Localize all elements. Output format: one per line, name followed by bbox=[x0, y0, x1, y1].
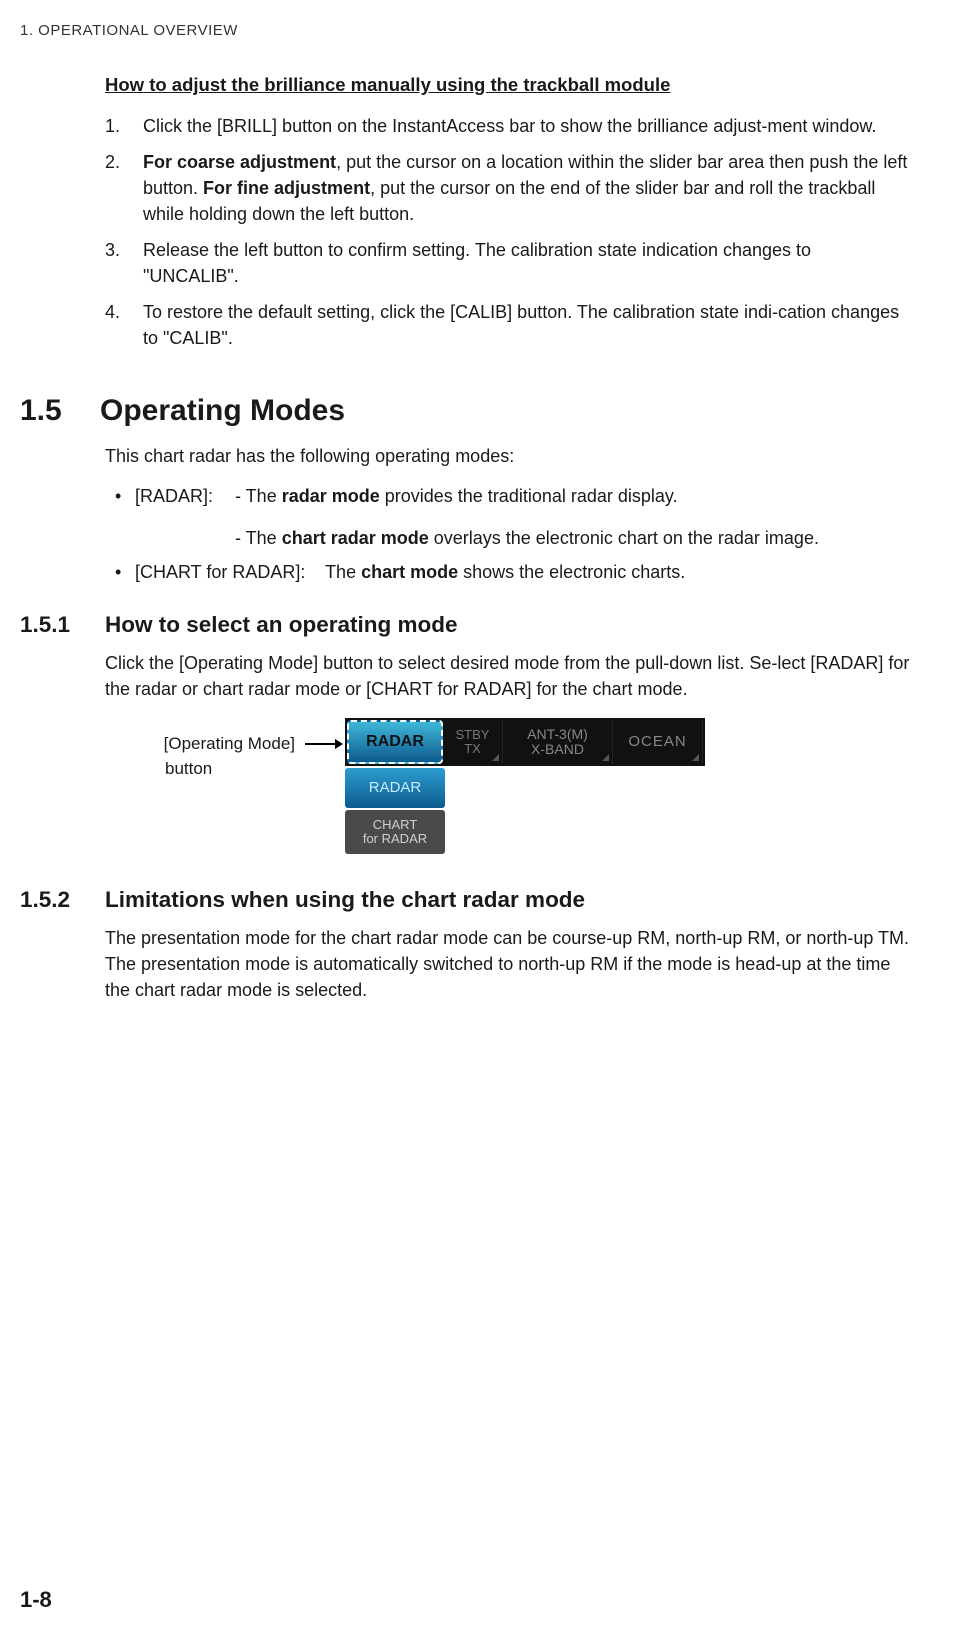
operating-mode-button[interactable]: RADAR bbox=[347, 720, 443, 764]
ocean-label: OCEAN bbox=[628, 731, 686, 753]
operating-mode-dropdown: RADAR CHART for RADAR bbox=[345, 768, 445, 854]
mode-radar-l1-post: provides the traditional radar display. bbox=[380, 486, 678, 506]
subsection-1-5-1-num: 1.5.1 bbox=[20, 609, 105, 642]
figure-caption: [Operating Mode] button bbox=[105, 718, 305, 781]
section-number: 1.5 bbox=[20, 389, 100, 433]
step-2-bold-2: For fine adjustment bbox=[203, 178, 370, 198]
figure-caption-l2: button bbox=[165, 757, 295, 782]
operating-mode-figure: [Operating Mode] button RADAR STBY TX AN… bbox=[105, 718, 910, 856]
step-2-bold-1: For coarse adjustment bbox=[143, 152, 336, 172]
corner-icon bbox=[492, 754, 499, 761]
section-1-5-title: 1.5Operating Modes bbox=[20, 389, 910, 433]
sub-1-5-1-body: Click the [Operating Mode] button to sel… bbox=[105, 650, 910, 702]
mode-radar-line2: - The chart radar mode overlays the elec… bbox=[235, 525, 910, 551]
mode-chart-label: [CHART for RADAR]: bbox=[135, 562, 305, 582]
dd-chart-l2: for RADAR bbox=[363, 832, 427, 846]
antenna-l2: X-BAND bbox=[531, 742, 584, 757]
arrow-icon bbox=[305, 718, 345, 750]
page-header: 1. OPERATIONAL OVERVIEW bbox=[20, 20, 910, 42]
section-title-text: Operating Modes bbox=[100, 394, 345, 427]
tx-label: TX bbox=[464, 742, 481, 756]
mode-radar: [RADAR]: - The radar mode provides the t… bbox=[115, 483, 910, 509]
top-bar: RADAR STBY TX ANT-3(M) X-BAND OCEAN bbox=[345, 718, 705, 766]
step-2: For coarse adjustment, put the cursor on… bbox=[105, 149, 910, 227]
dropdown-item-chart[interactable]: CHART for RADAR bbox=[345, 810, 445, 854]
subsection-1-5-1-text: How to select an operating mode bbox=[105, 612, 458, 637]
mode-list: [RADAR]: - The radar mode provides the t… bbox=[115, 483, 910, 509]
dd-chart-l1: CHART bbox=[373, 818, 418, 832]
subsection-1-5-2-title: 1.5.2Limitations when using the chart ra… bbox=[20, 884, 910, 917]
sub-heading: How to adjust the brilliance manually us… bbox=[105, 72, 910, 99]
subsection-1-5-2-text: Limitations when using the chart radar m… bbox=[105, 887, 585, 912]
page-number: 1-8 bbox=[20, 1584, 52, 1616]
subsection-1-5-2-num: 1.5.2 bbox=[20, 884, 105, 917]
step-4: To restore the default setting, click th… bbox=[105, 299, 910, 351]
corner-icon bbox=[692, 754, 699, 761]
step-1: Click the [BRILL] button on the InstantA… bbox=[105, 113, 910, 139]
dropdown-item-radar[interactable]: RADAR bbox=[345, 768, 445, 808]
instruction-list: Click the [BRILL] button on the InstantA… bbox=[105, 113, 910, 352]
stby-tx-cell[interactable]: STBY TX bbox=[443, 720, 503, 764]
mode-radar-l1-bold: radar mode bbox=[282, 486, 380, 506]
subsection-1-5-1-title: 1.5.1How to select an operating mode bbox=[20, 609, 910, 642]
figure-caption-l1: [Operating Mode] bbox=[164, 734, 295, 753]
mode-list-2: [CHART for RADAR]: The chart mode shows … bbox=[115, 559, 910, 585]
antenna-l1: ANT-3(M) bbox=[527, 727, 588, 742]
antenna-cell[interactable]: ANT-3(M) X-BAND bbox=[503, 720, 613, 764]
stby-label: STBY bbox=[456, 728, 490, 742]
mode-radar-l1-pre: - The bbox=[235, 486, 282, 506]
mode-chart-post: shows the electronic charts. bbox=[458, 562, 685, 582]
ui-mock: RADAR STBY TX ANT-3(M) X-BAND OCEAN RADA… bbox=[345, 718, 705, 856]
sub-1-5-2-body: The presentation mode for the chart rada… bbox=[105, 925, 910, 1003]
mode-radar-l2-bold: chart radar mode bbox=[282, 528, 429, 548]
mode-radar-label: [RADAR]: bbox=[135, 483, 230, 509]
mode-chart: [CHART for RADAR]: The chart mode shows … bbox=[115, 559, 910, 585]
mode-radar-l2-pre: - The bbox=[235, 528, 282, 548]
ocean-cell[interactable]: OCEAN bbox=[613, 720, 703, 764]
section-intro: This chart radar has the following opera… bbox=[105, 443, 910, 469]
mode-chart-bold: chart mode bbox=[361, 562, 458, 582]
corner-icon bbox=[602, 754, 609, 761]
step-3: Release the left button to confirm setti… bbox=[105, 237, 910, 289]
mode-chart-pre: The bbox=[325, 562, 361, 582]
mode-radar-l2-post: overlays the electronic chart on the rad… bbox=[429, 528, 819, 548]
